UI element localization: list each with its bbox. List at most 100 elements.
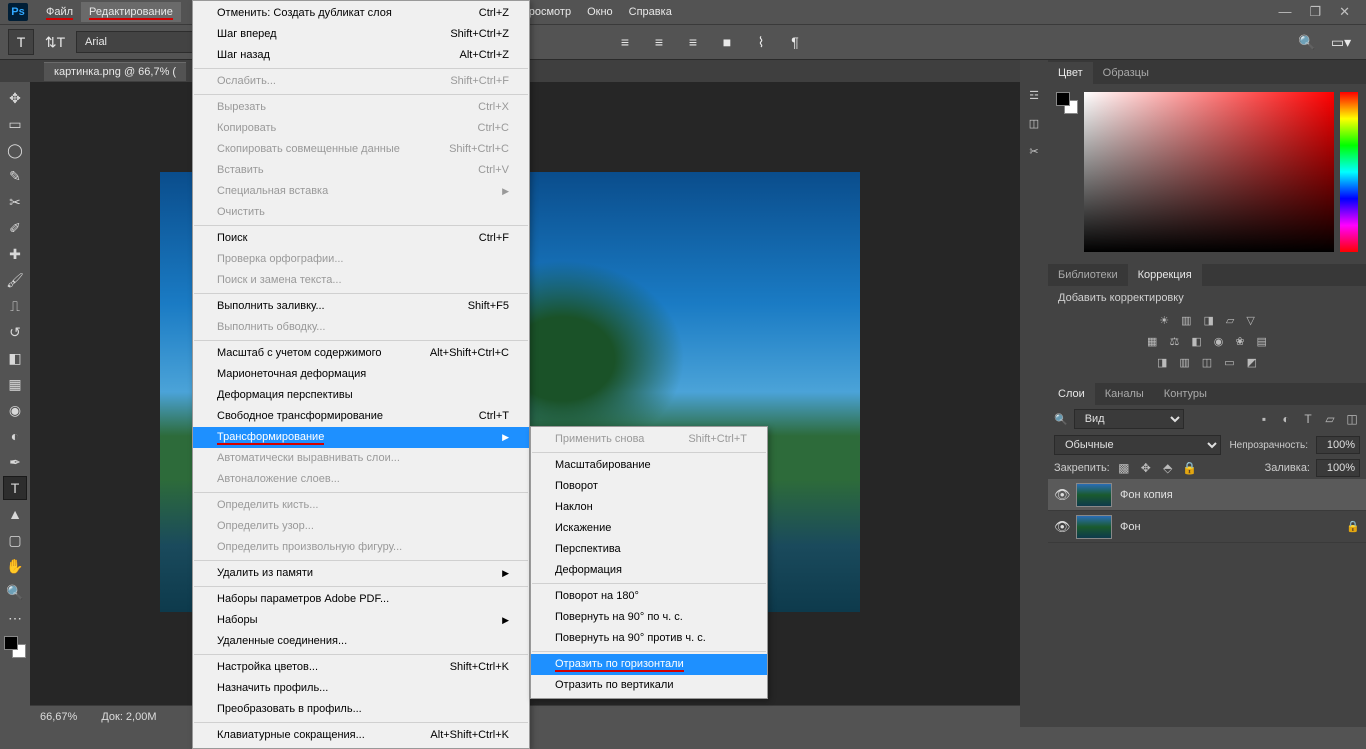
vibrance-icon[interactable]: ▽ (1246, 314, 1254, 327)
marquee-tool-icon[interactable]: ▭ (3, 112, 27, 136)
layer-filter-kind[interactable]: Вид (1074, 409, 1184, 429)
edit-menu-item[interactable]: Преобразовать в профиль... (193, 699, 529, 720)
fill-input[interactable] (1316, 459, 1360, 477)
transform-menu-item[interactable]: Поворот (531, 476, 767, 497)
lock-position-icon[interactable]: ✥ (1138, 460, 1154, 476)
invert-icon[interactable]: ◨ (1157, 356, 1167, 369)
orientation-icon[interactable]: ⇅T (42, 29, 68, 55)
character-panel-icon[interactable]: ✂ (1023, 140, 1045, 162)
layer-thumbnail[interactable] (1076, 515, 1112, 539)
photo-filter-icon[interactable]: ◉ (1214, 335, 1224, 348)
blend-mode-select[interactable]: Обычные (1054, 435, 1221, 455)
edit-menu-item[interactable]: Настройка цветов...Shift+Ctrl+K (193, 657, 529, 678)
stamp-tool-icon[interactable]: ⎍ (3, 294, 27, 318)
threshold-icon[interactable]: ◫ (1202, 356, 1212, 369)
edit-menu-item[interactable]: Шаг впередShift+Ctrl+Z (193, 24, 529, 45)
pen-tool-icon[interactable]: ✒ (3, 450, 27, 474)
filter-pixel-icon[interactable]: ▪ (1256, 411, 1272, 427)
lock-artboard-icon[interactable]: ⬘ (1160, 460, 1176, 476)
layer-name[interactable]: Фон копия (1120, 489, 1173, 501)
visibility-icon[interactable]: 👁 (1054, 487, 1068, 503)
layer-row[interactable]: 👁 Фон 🔒 (1048, 511, 1366, 543)
lasso-tool-icon[interactable]: ◯ (3, 138, 27, 162)
edit-menu-item[interactable]: Выполнить заливку...Shift+F5 (193, 296, 529, 317)
brightness-icon[interactable]: ☀ (1159, 314, 1169, 327)
color-lookup-icon[interactable]: ▤ (1257, 335, 1267, 348)
edit-menu-item[interactable]: ПоискCtrl+F (193, 228, 529, 249)
rectangle-tool-icon[interactable]: ▢ (3, 528, 27, 552)
lock-all-icon[interactable]: 🔒 (1182, 460, 1198, 476)
edit-menu-item[interactable]: Масштаб с учетом содержимогоAlt+Shift+Ct… (193, 343, 529, 364)
filter-type-icon[interactable]: T (1300, 411, 1316, 427)
tab-adjustments[interactable]: Коррекция (1128, 264, 1202, 286)
quick-select-tool-icon[interactable]: ✎ (3, 164, 27, 188)
layer-row[interactable]: 👁 Фон копия (1048, 479, 1366, 511)
color-field[interactable] (1084, 92, 1334, 252)
balance-icon[interactable]: ⚖ (1169, 335, 1179, 348)
hue-slider[interactable] (1340, 92, 1358, 252)
channel-mixer-icon[interactable]: ❀ (1235, 335, 1244, 348)
move-tool-icon[interactable]: ✥ (3, 86, 27, 110)
minimize-icon[interactable]: — (1278, 4, 1291, 20)
color-fgbg-mini[interactable] (1056, 92, 1078, 114)
selective-color-icon[interactable]: ◩ (1247, 356, 1257, 369)
posterize-icon[interactable]: ▥ (1179, 356, 1189, 369)
edit-menu-item[interactable]: Свободное трансформированиеCtrl+T (193, 406, 529, 427)
history-brush-icon[interactable]: ↺ (3, 320, 27, 344)
workspace-icon[interactable]: ▭▾ (1328, 29, 1354, 55)
eraser-tool-icon[interactable]: ◧ (3, 346, 27, 370)
hand-tool-icon[interactable]: ✋ (3, 554, 27, 578)
blur-tool-icon[interactable]: ◉ (3, 398, 27, 422)
visibility-icon[interactable]: 👁 (1054, 519, 1068, 535)
curves-icon[interactable]: ◨ (1203, 314, 1213, 327)
layer-thumbnail[interactable] (1076, 483, 1112, 507)
edit-menu-item[interactable]: Трансформирование▶ (193, 427, 529, 448)
levels-icon[interactable]: ▥ (1181, 314, 1191, 327)
dodge-tool-icon[interactable]: ◐ (3, 424, 27, 448)
brush-tool-icon[interactable]: 🖌 (3, 268, 27, 292)
transform-menu-item[interactable]: Повернуть на 90° против ч. с. (531, 628, 767, 649)
tab-paths[interactable]: Контуры (1154, 383, 1217, 405)
maximize-icon[interactable]: ❐ (1309, 4, 1321, 20)
layer-name[interactable]: Фон (1120, 521, 1141, 533)
align-center-icon[interactable]: ≡ (646, 29, 672, 55)
history-panel-icon[interactable]: ☲ (1023, 84, 1045, 106)
warp-text-icon[interactable]: ⌇ (748, 29, 774, 55)
edit-menu-item[interactable]: Наборы параметров Adobe PDF... (193, 589, 529, 610)
hue-icon[interactable]: ▦ (1147, 335, 1157, 348)
exposure-icon[interactable]: ▱ (1226, 314, 1234, 327)
filter-smart-icon[interactable]: ◫ (1344, 411, 1360, 427)
character-panel-icon[interactable]: ¶ (782, 29, 808, 55)
zoom-level[interactable]: 66,67% (40, 711, 77, 723)
eyedropper-tool-icon[interactable]: ✐ (3, 216, 27, 240)
foreground-color[interactable] (4, 636, 18, 650)
transform-menu-item[interactable]: Повернуть на 90° по ч. с. (531, 607, 767, 628)
edit-menu-item[interactable]: Клавиатурные сокращения...Alt+Shift+Ctrl… (193, 725, 529, 746)
properties-panel-icon[interactable]: ◫ (1023, 112, 1045, 134)
tab-libraries[interactable]: Библиотеки (1048, 264, 1128, 286)
transform-menu-item[interactable]: Поворот на 180° (531, 586, 767, 607)
filter-adjust-icon[interactable]: ◐ (1278, 411, 1294, 427)
tool-preset-icon[interactable]: T (8, 29, 34, 55)
tab-swatches[interactable]: Образцы (1093, 62, 1159, 84)
foreground-background-swatch[interactable] (4, 636, 26, 658)
transform-menu-item[interactable]: Наклон (531, 497, 767, 518)
transform-menu-item[interactable]: Искажение (531, 518, 767, 539)
edit-menu-item[interactable]: Отменить: Создать дубликат слояCtrl+Z (193, 3, 529, 24)
text-color-swatch[interactable]: ■ (714, 29, 740, 55)
transform-menu-item[interactable]: Перспектива (531, 539, 767, 560)
bw-icon[interactable]: ◧ (1191, 335, 1201, 348)
tab-color[interactable]: Цвет (1048, 62, 1093, 84)
type-tool-icon[interactable]: T (3, 476, 27, 500)
transform-menu-item[interactable]: Отразить по вертикали (531, 675, 767, 696)
tab-layers[interactable]: Слои (1048, 383, 1095, 405)
edit-menu-item[interactable]: Удаленные соединения... (193, 631, 529, 652)
close-icon[interactable]: ✕ (1339, 4, 1350, 20)
zoom-tool-icon[interactable]: 🔍 (3, 580, 27, 604)
menu-edit[interactable]: Редактирование (81, 2, 181, 22)
edit-menu-item[interactable]: Наборы▶ (193, 610, 529, 631)
transform-menu-item[interactable]: Отразить по горизонтали (531, 654, 767, 675)
crop-tool-icon[interactable]: ✂ (3, 190, 27, 214)
edit-menu-item[interactable]: Шаг назадAlt+Ctrl+Z (193, 45, 529, 66)
opacity-input[interactable] (1316, 436, 1360, 454)
